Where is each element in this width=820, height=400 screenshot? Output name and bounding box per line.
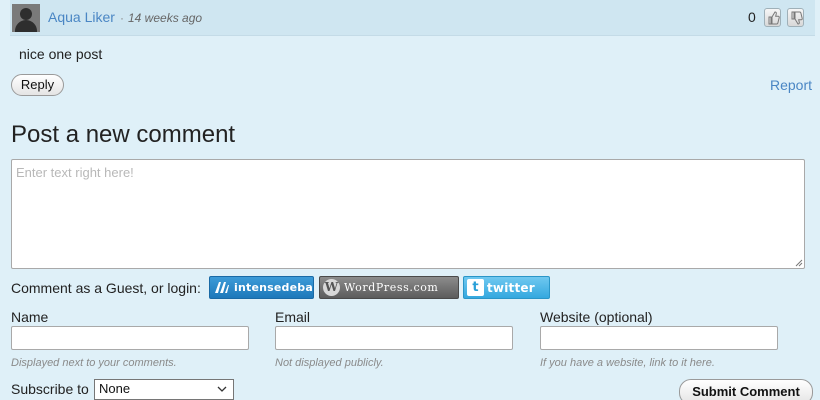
post-comment-heading: Post a new comment — [11, 121, 236, 148]
name-field[interactable] — [11, 326, 249, 350]
name-hint: Displayed next to your comments. — [11, 357, 177, 369]
thumbs-down-icon — [791, 11, 803, 25]
avatar-icon — [12, 4, 40, 32]
subscribe-select[interactable]: None — [94, 379, 234, 400]
email-hint: Not displayed publicly. — [275, 357, 384, 369]
email-label: Email — [275, 309, 311, 325]
comment-textarea[interactable] — [11, 159, 805, 269]
vote-count: 0 — [748, 9, 756, 25]
comment-header: Aqua Liker · 14 weeks ago 0 — [10, 0, 815, 36]
intensedebate-login-button[interactable]: intensedebate — [209, 276, 314, 299]
comment-body: nice one post — [19, 46, 103, 62]
meta-separator: · — [120, 11, 124, 25]
comments-section: Aqua Liker · 14 weeks ago 0 nice one pos… — [0, 0, 820, 400]
comment-author-link[interactable]: Aqua Liker — [48, 9, 115, 25]
website-label: Website (optional) — [540, 309, 653, 325]
thumbs-down-button[interactable] — [787, 8, 804, 27]
login-prompt: Comment as a Guest, or login: — [11, 280, 201, 296]
report-link[interactable]: Report — [770, 77, 812, 93]
resize-grip-icon[interactable] — [793, 257, 803, 267]
chevron-down-icon — [217, 386, 227, 392]
name-label: Name — [11, 309, 49, 325]
website-field[interactable] — [540, 326, 778, 350]
wordpress-login-button[interactable]: W WordPress.com — [319, 276, 459, 299]
email-field[interactable] — [275, 326, 513, 350]
twitter-logo-icon: t — [467, 279, 484, 296]
thumbs-up-icon — [768, 11, 780, 25]
intensedebate-label: intensedebate — [234, 281, 313, 294]
intensedebate-logo-icon — [215, 282, 229, 293]
wordpress-label: WordPress.com — [344, 281, 439, 294]
wordpress-logo-icon: W — [323, 279, 340, 296]
subscribe-label: Subscribe to — [11, 381, 89, 397]
twitter-login-button[interactable]: t twitter — [463, 276, 550, 299]
subscribe-selected-value: None — [99, 381, 131, 396]
reply-button[interactable]: Reply — [11, 74, 64, 96]
thumbs-up-button[interactable] — [764, 8, 781, 27]
comment-timestamp: 14 weeks ago — [128, 11, 203, 25]
website-hint: If you have a website, link to it here. — [540, 357, 715, 369]
submit-comment-button[interactable]: Submit Comment — [679, 379, 813, 400]
twitter-label: twitter — [487, 281, 535, 295]
